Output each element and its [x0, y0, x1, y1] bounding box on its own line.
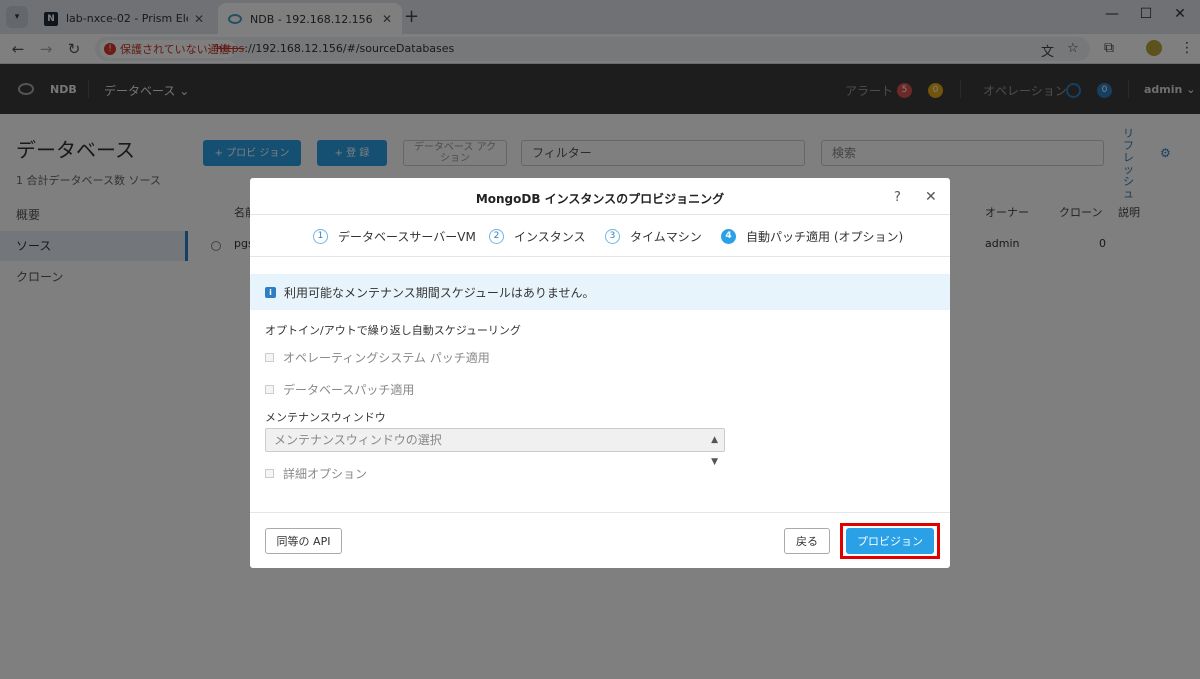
select-caret-icon: ▲ ▼	[711, 435, 718, 467]
opt-in-label: オプトイン/アウトで繰り返し自動スケジューリング	[265, 324, 521, 337]
db-patch-label: データベースパッチ適用	[283, 383, 415, 397]
info-message: 利用可能なメンテナンス期間スケジュールはありません。	[284, 285, 595, 300]
os-patch-label: オペレーティングシステム パッチ適用	[283, 351, 490, 365]
step-2[interactable]: 2 インスタンス	[489, 228, 586, 245]
step-label: タイムマシン	[630, 230, 702, 244]
checkbox-box[interactable]	[265, 469, 274, 478]
close-icon[interactable]: ✕	[925, 189, 937, 205]
checkbox-box[interactable]	[265, 353, 274, 362]
step-number: 4	[721, 229, 736, 244]
modal-divider	[250, 214, 950, 215]
step-number: 2	[489, 229, 504, 244]
step-number: 1	[313, 229, 328, 244]
step-4[interactable]: 4 自動パッチ適用 (オプション)	[721, 228, 903, 245]
step-number: 3	[605, 229, 620, 244]
highlight-box	[840, 523, 940, 559]
os-patch-checkbox[interactable]: オペレーティングシステム パッチ適用	[265, 349, 490, 366]
db-patch-checkbox[interactable]: データベースパッチ適用	[265, 381, 414, 398]
provision-modal: MongoDB インスタンスのプロビジョニング ? ✕ 1 データベースサーバー…	[250, 178, 950, 568]
info-banner: i 利用可能なメンテナンス期間スケジュールはありません。	[250, 274, 950, 310]
advanced-options-checkbox[interactable]: 詳細オプション	[265, 465, 367, 482]
equivalent-api-button[interactable]: 同等の API	[265, 528, 342, 554]
checkbox-box[interactable]	[265, 385, 274, 394]
step-label: データベースサーバーVM	[338, 230, 476, 244]
step-label: 自動パッチ適用 (オプション)	[746, 230, 904, 244]
step-1[interactable]: 1 データベースサーバーVM	[313, 228, 476, 245]
advanced-options-label: 詳細オプション	[283, 467, 368, 481]
info-icon: i	[265, 286, 276, 298]
maintenance-window-select[interactable]: メンテナンスウィンドウの選択 ▲ ▼	[265, 428, 725, 467]
step-3[interactable]: 3 タイムマシン	[605, 228, 702, 245]
step-label: インスタンス	[514, 230, 586, 244]
modal-divider	[250, 256, 950, 257]
help-icon[interactable]: ?	[894, 190, 901, 205]
modal-divider	[250, 512, 950, 513]
modal-title: MongoDB インスタンスのプロビジョニング	[475, 192, 725, 206]
maintenance-window-value: メンテナンスウィンドウの選択	[274, 433, 442, 447]
maintenance-window-label: メンテナンスウィンドウ	[265, 411, 386, 424]
back-button[interactable]: 戻る	[784, 528, 830, 554]
